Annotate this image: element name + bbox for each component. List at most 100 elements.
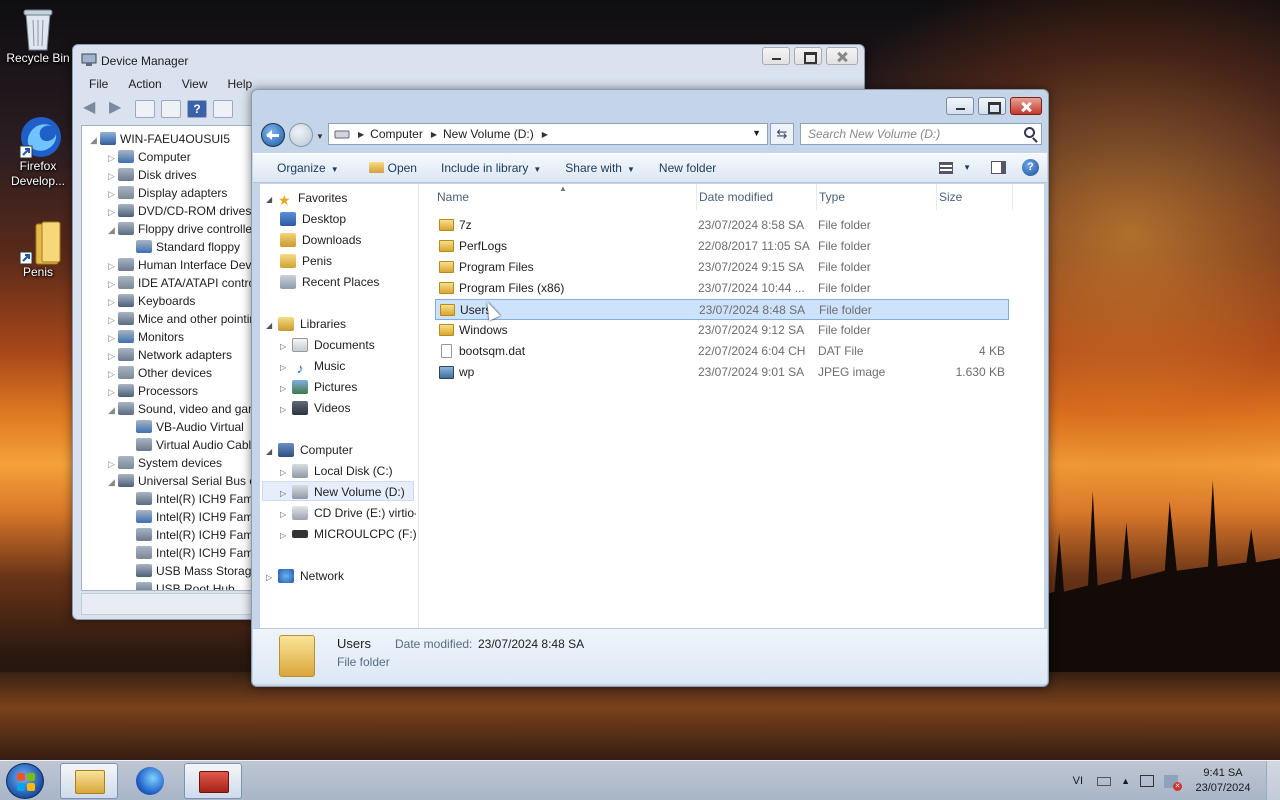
- start-button[interactable]: [6, 763, 44, 799]
- expand-arrow-icon[interactable]: ▷: [108, 257, 118, 275]
- nav-pictures[interactable]: ▷ Pictures: [280, 377, 357, 397]
- help-icon[interactable]: ?: [187, 100, 207, 118]
- expand-arrow-icon[interactable]: ▷: [108, 203, 118, 221]
- scan-hardware-icon[interactable]: [213, 100, 233, 118]
- help-icon[interactable]: ?: [1022, 159, 1039, 176]
- device-tree-item[interactable]: ◢ Sound, video and game: [108, 400, 265, 418]
- device-tree-item[interactable]: Intel(R) ICH9 Family: [126, 490, 265, 508]
- nav-recent-places[interactable]: Recent Places: [280, 272, 379, 292]
- nav-desktop[interactable]: Desktop: [280, 209, 346, 229]
- share-with-button[interactable]: Share with ▼: [553, 161, 647, 175]
- nav-videos[interactable]: ▷ Videos: [280, 398, 350, 418]
- device-tree-item[interactable]: ◢ Floppy drive controllers: [108, 220, 262, 238]
- device-tree-item[interactable]: USB Mass Storage: [126, 562, 258, 580]
- collapse-arrow-icon[interactable]: ◢: [108, 473, 118, 491]
- expand-arrow-icon[interactable]: ▷: [108, 311, 118, 329]
- column-header-date[interactable]: Date modified: [697, 184, 817, 210]
- device-tree-item[interactable]: VB-Audio Virtual: [126, 418, 244, 436]
- column-header-size[interactable]: Size: [937, 184, 1013, 210]
- organize-button[interactable]: Organize ▼: [265, 161, 351, 175]
- expand-arrow-icon[interactable]: ◢: [266, 442, 278, 462]
- expand-arrow-icon[interactable]: ▷: [280, 484, 292, 504]
- preview-pane-icon[interactable]: [991, 161, 1006, 174]
- device-tree-item[interactable]: ▷ Other devices: [108, 364, 212, 382]
- forward-button[interactable]: [289, 123, 313, 147]
- nav-cd-drive-e[interactable]: ▷ CD Drive (E:) virtio-v: [280, 503, 416, 523]
- maximize-button[interactable]: [794, 47, 822, 65]
- show-hidden-icons-icon[interactable]: ▲: [1121, 776, 1130, 786]
- refresh-button[interactable]: ⇆: [770, 123, 794, 145]
- device-tree-item[interactable]: ▷ Monitors: [108, 328, 184, 346]
- breadcrumb-separator[interactable]: ▶: [431, 130, 437, 139]
- device-tree-item[interactable]: Intel(R) ICH9 Family: [126, 508, 265, 526]
- expand-arrow-icon[interactable]: ▷: [280, 526, 292, 546]
- change-view-icon[interactable]: [939, 161, 954, 174]
- properties-icon[interactable]: [161, 100, 181, 118]
- expand-arrow-icon[interactable]: ▷: [280, 379, 292, 399]
- close-button[interactable]: [826, 47, 858, 65]
- open-button[interactable]: Open: [357, 161, 429, 175]
- collapse-arrow-icon[interactable]: ◢: [108, 401, 118, 419]
- recent-pages-dropdown[interactable]: ▼: [316, 132, 324, 141]
- explorer-window[interactable]: ▼ ▶ Computer ▶ New Volume (D:) ▶ ▼ ⇆ Sea…: [251, 89, 1049, 687]
- expand-arrow-icon[interactable]: ▷: [108, 185, 118, 203]
- nav-music[interactable]: ▷ ♪ Music: [280, 356, 345, 376]
- menu-view[interactable]: View: [172, 75, 218, 93]
- desktop-icon-recycle-bin[interactable]: Recycle Bin: [0, 6, 76, 66]
- column-header-name[interactable]: Name ▲: [435, 184, 697, 210]
- close-button[interactable]: [1010, 97, 1042, 115]
- back-arrow-icon[interactable]: ◀: [83, 100, 103, 118]
- file-row[interactable]: Program Files (x86) 23/07/2024 10:44 ... F…: [435, 278, 1009, 299]
- device-tree-item[interactable]: USB Root Hub: [126, 580, 235, 590]
- device-tree-item[interactable]: ▷ Display adapters: [108, 184, 227, 202]
- column-header-type[interactable]: Type: [817, 184, 937, 210]
- breadcrumb-separator[interactable]: ▶: [358, 130, 364, 139]
- device-tree-item[interactable]: ▷ Disk drives: [108, 166, 197, 184]
- nav-computer[interactable]: ◢ Computer: [266, 440, 353, 460]
- clock[interactable]: 9:41 SA 23/07/2024: [1186, 766, 1260, 796]
- file-row[interactable]: 7z 23/07/2024 8:58 SA File folder: [435, 215, 1009, 236]
- nav-downloads[interactable]: Downloads: [280, 230, 361, 250]
- maximize-button[interactable]: [978, 97, 1006, 115]
- device-tree-item[interactable]: Intel(R) ICH9 Family: [126, 544, 265, 562]
- device-tree-item[interactable]: Standard floppy: [126, 238, 240, 256]
- device-tree-item[interactable]: Intel(R) ICH9 Family: [126, 526, 265, 544]
- nav-local-disk-c[interactable]: ▷ Local Disk (C:): [280, 461, 393, 481]
- breadcrumb-computer[interactable]: Computer: [370, 127, 423, 141]
- file-row[interactable]: Windows 23/07/2024 9:12 SA File folder: [435, 320, 1009, 341]
- collapse-arrow-icon[interactable]: ◢: [108, 221, 118, 239]
- device-tree-item[interactable]: ▷ Human Interface Devices: [108, 256, 273, 274]
- breadcrumb-new-volume[interactable]: New Volume (D:): [443, 127, 534, 141]
- file-row[interactable]: Program Files 23/07/2024 9:15 SA File fold…: [435, 257, 1009, 278]
- device-tree-item[interactable]: ▷ Computer: [108, 148, 191, 166]
- menu-action[interactable]: Action: [118, 75, 171, 93]
- forward-arrow-icon[interactable]: ▶: [109, 100, 129, 118]
- file-row[interactable]: bootsqm.dat 22/07/2024 6:04 CH DAT File 4 K…: [435, 341, 1009, 362]
- expand-arrow-icon[interactable]: ▷: [266, 568, 278, 588]
- explorer-titlebar[interactable]: [252, 90, 1048, 120]
- expand-arrow-icon[interactable]: ▷: [280, 505, 292, 523]
- action-center-icon[interactable]: [1140, 775, 1154, 787]
- expand-arrow-icon[interactable]: ◢: [266, 190, 278, 210]
- expand-arrow-icon[interactable]: ▷: [108, 455, 118, 473]
- show-hide-console-icon[interactable]: [135, 100, 155, 118]
- taskbar-device-manager-button[interactable]: [184, 763, 242, 799]
- address-bar[interactable]: ▶ Computer ▶ New Volume (D:) ▶ ▼: [328, 123, 768, 145]
- device-manager-titlebar[interactable]: Device Manager: [73, 45, 864, 75]
- expand-arrow-icon[interactable]: ▷: [280, 400, 292, 420]
- file-row[interactable]: Users 23/07/2024 8:48 SA File folder: [435, 299, 1009, 320]
- expand-arrow-icon[interactable]: ▷: [280, 358, 292, 378]
- nav-favorites[interactable]: ◢ ★ Favorites: [266, 188, 347, 208]
- nav-penis[interactable]: Penis: [280, 251, 332, 271]
- device-tree-item[interactable]: ▷ Mice and other pointing: [108, 310, 263, 328]
- expand-arrow-icon[interactable]: ▷: [280, 463, 292, 483]
- expand-arrow-icon[interactable]: ▷: [108, 275, 118, 293]
- view-dropdown-icon[interactable]: ▼: [963, 163, 971, 172]
- search-icon[interactable]: [1024, 127, 1035, 138]
- device-tree-item[interactable]: ▷ Network adapters: [108, 346, 232, 364]
- device-tree-item[interactable]: ◢ WIN-FAEU4OUSUI5: [90, 130, 230, 148]
- file-row[interactable]: PerfLogs 22/08/2017 11:05 SA File folder: [435, 236, 1009, 257]
- taskbar-explorer-button[interactable]: [60, 763, 118, 799]
- include-in-library-button[interactable]: Include in library ▼: [429, 161, 553, 175]
- network-disconnected-icon[interactable]: ✕: [1164, 774, 1182, 791]
